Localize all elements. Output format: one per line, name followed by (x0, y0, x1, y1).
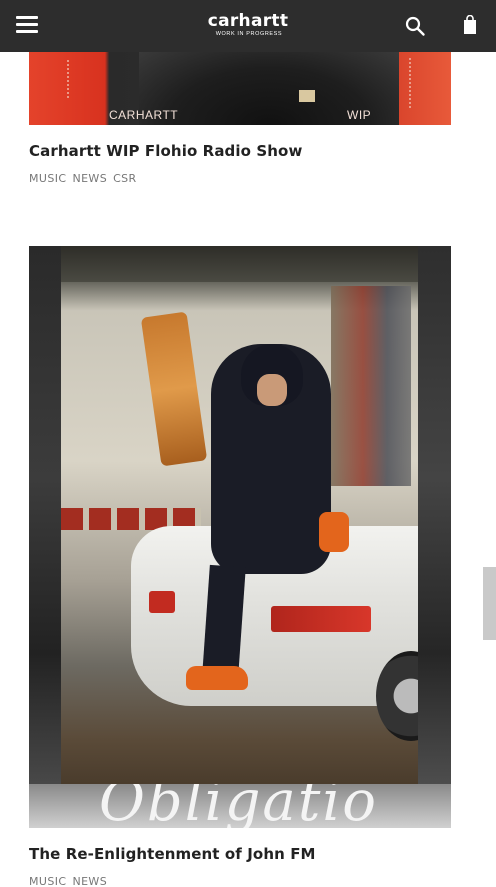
photo-ceiling (61, 246, 418, 282)
shopping-bag-icon[interactable] (461, 14, 479, 35)
site-header: carhartt WORK IN PROGRESS (0, 0, 496, 52)
image-label-right: WIP (347, 108, 372, 122)
image-border-left (29, 246, 61, 828)
photo-leg (202, 564, 246, 678)
photo-shoe (186, 666, 248, 690)
photo-taillight (149, 591, 175, 613)
article-image[interactable]: CARHARTT WIP (29, 52, 451, 125)
article-title[interactable]: Carhartt WIP Flohio Radio Show (29, 142, 302, 160)
tag-link[interactable]: MUSIC (29, 172, 66, 185)
photo-face (257, 374, 287, 406)
tag-link[interactable]: NEWS (72, 875, 107, 887)
photo-tools-rack (331, 286, 411, 486)
photo-shoe (319, 512, 349, 552)
photo-chair (140, 311, 208, 467)
image-label-left: CARHARTT (109, 108, 179, 122)
article-image-patch (299, 90, 315, 102)
tag-link[interactable]: NEWS (72, 172, 107, 185)
article-tags: MUSIC NEWS CSR (29, 172, 143, 185)
tag-link[interactable]: CSR (113, 172, 137, 185)
image-border-right (418, 246, 451, 828)
article-photo (61, 246, 418, 784)
article-tags: MUSIC NEWS (29, 875, 113, 887)
photo-taillight (271, 606, 371, 632)
scrollbar-thumb[interactable] (483, 567, 496, 640)
article-title[interactable]: The Re-Enlightenment of John FM (29, 845, 316, 863)
search-icon[interactable] (404, 15, 426, 37)
decorative-vertical-text (67, 60, 69, 100)
tag-link[interactable]: MUSIC (29, 875, 66, 887)
decorative-vertical-text (409, 58, 411, 108)
article-image[interactable]: Obligatio (29, 246, 451, 828)
